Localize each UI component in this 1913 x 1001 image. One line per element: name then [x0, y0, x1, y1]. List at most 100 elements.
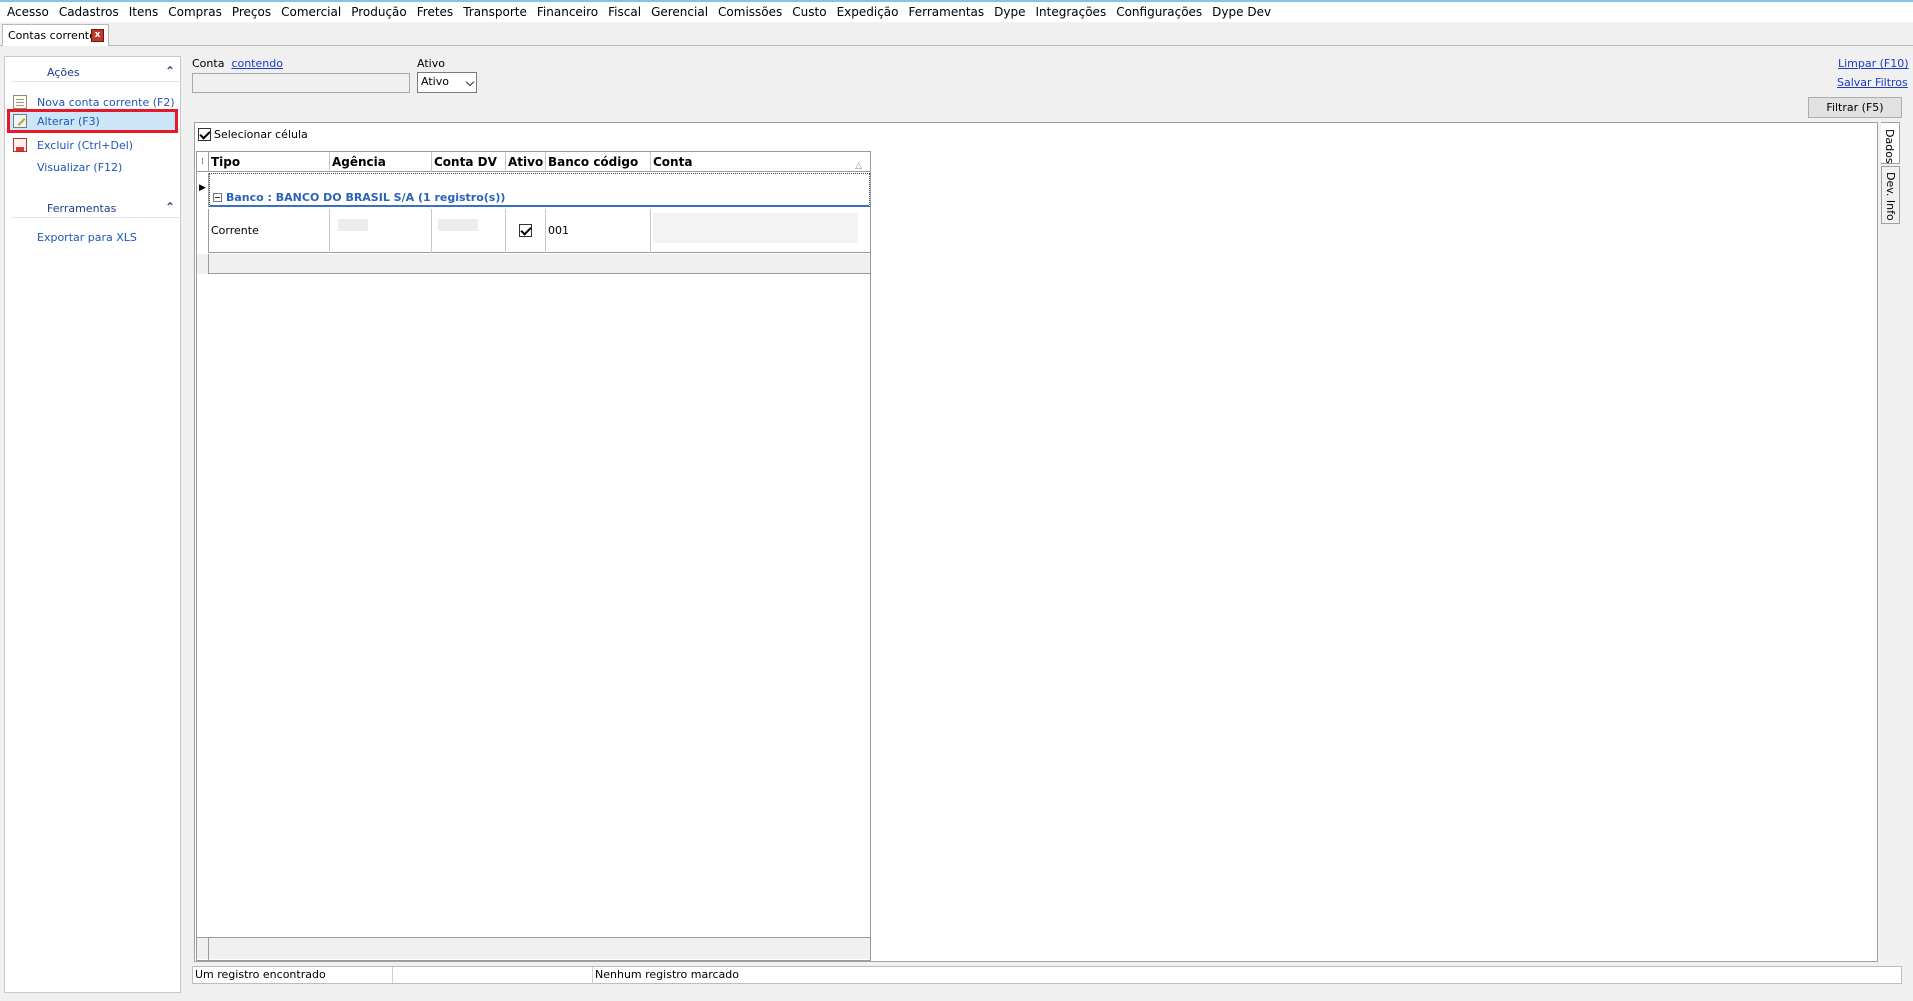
tab-dados[interactable]: Dados — [1881, 122, 1900, 164]
document-new-icon — [13, 95, 27, 109]
checkbox-icon[interactable] — [519, 224, 532, 237]
cell-agencia[interactable] — [330, 209, 432, 253]
menu-item-comissoes[interactable]: Comissões — [715, 2, 789, 22]
conta-filter-label: Conta contendo — [192, 57, 283, 70]
column-header-conta[interactable]: Conta △ — [651, 152, 870, 172]
group-label: Banco : BANCO DO BRASIL S/A (1 registro(… — [213, 191, 505, 204]
menu-item-precos[interactable]: Preços — [229, 2, 278, 22]
exportar-xls-button[interactable]: Exportar para XLS — [10, 227, 178, 247]
column-header-ativo[interactable]: Ativo — [506, 152, 546, 172]
column-header-tipo[interactable]: Tipo — [209, 152, 330, 172]
chevron-down-icon — [465, 77, 475, 87]
alterar-button[interactable]: Alterar (F3) — [7, 109, 178, 133]
ferramentas-title: Ferramentas — [47, 202, 117, 215]
menu-item-expedicao[interactable]: Expedição — [834, 2, 906, 22]
status-marked: Nenhum registro marcado — [595, 968, 739, 981]
menu-item-transporte[interactable]: Transporte — [460, 2, 534, 22]
checkbox-icon[interactable] — [198, 128, 211, 141]
selecionar-celula-label: Selecionar célula — [214, 128, 308, 141]
menu-item-fiscal[interactable]: Fiscal — [605, 2, 648, 22]
conta-mode-link[interactable]: contendo — [231, 57, 283, 70]
menu-item-integracoes[interactable]: Integrações — [1032, 2, 1113, 22]
column-header-banco-codigo[interactable]: Banco código — [546, 152, 651, 172]
menu-item-configuracoes[interactable]: Configurações — [1113, 2, 1209, 22]
column-chooser-icon[interactable]: ⁞ — [197, 152, 209, 172]
row-indicator — [197, 938, 209, 960]
group-label-text: Banco : BANCO DO BRASIL S/A (1 registro(… — [226, 191, 506, 204]
menu-item-ferramentas[interactable]: Ferramentas — [906, 2, 992, 22]
redacted-value — [438, 219, 478, 231]
tab-dev-info-label: Dev. Info — [1884, 172, 1897, 221]
column-header-label: Conta — [653, 155, 693, 169]
visualizar-button[interactable]: Visualizar (F12) — [10, 157, 178, 177]
menu-item-compras[interactable]: Compras — [165, 2, 229, 22]
menu-item-comercial[interactable]: Comercial — [278, 2, 348, 22]
collapse-group-icon[interactable] — [213, 193, 222, 202]
document-tab-strip: Contas corrente x — [0, 22, 1913, 46]
action-label: Nova conta corrente (F2) — [37, 95, 175, 109]
filtrar-button[interactable]: Filtrar (F5) — [1808, 97, 1902, 118]
table-row[interactable]: Corrente 001 — [209, 209, 870, 253]
row-indicator[interactable] — [197, 209, 209, 253]
conta-label: Conta — [192, 57, 225, 70]
close-icon[interactable]: x — [91, 29, 104, 42]
contas-grid: ⁞ Tipo Agência Conta DV Ativo Banco códi… — [196, 151, 871, 961]
acoes-group-header[interactable]: Ações ⌃ — [11, 62, 179, 82]
menu-item-itens[interactable]: Itens — [126, 2, 165, 22]
delete-icon — [13, 138, 27, 152]
menu-item-dype-dev[interactable]: Dype Dev — [1209, 2, 1278, 22]
action-label: Alterar (F3) — [37, 114, 100, 128]
salvar-filtros-link[interactable]: Salvar Filtros — [1837, 76, 1908, 89]
cell-ativo[interactable] — [506, 209, 546, 253]
action-label: Visualizar (F12) — [37, 160, 123, 174]
menu-item-producao[interactable]: Produção — [348, 2, 414, 22]
menu-item-financeiro[interactable]: Financeiro — [534, 2, 605, 22]
tab-dados-label: Dados — [1883, 129, 1896, 164]
cell-banco-codigo[interactable]: 001 — [546, 209, 651, 253]
selecionar-celula-checkbox[interactable]: Selecionar célula — [198, 128, 308, 141]
tab-dev-info[interactable]: Dev. Info — [1881, 166, 1900, 224]
redacted-value — [653, 213, 858, 243]
ativo-selected-value: Ativo — [421, 75, 449, 88]
group-row-banco[interactable]: Banco : BANCO DO BRASIL S/A (1 registro(… — [209, 173, 870, 207]
menu-item-acesso[interactable]: Acesso — [4, 2, 56, 22]
column-header-agencia[interactable]: Agência — [330, 152, 432, 172]
row-indicator — [197, 254, 209, 274]
blank-icon — [13, 230, 27, 244]
tab-label: Contas corrente — [8, 29, 96, 42]
cell-conta-dv[interactable] — [432, 209, 506, 253]
tab-contas-corrente[interactable]: Contas corrente x — [2, 24, 109, 46]
ferramentas-group-header[interactable]: Ferramentas ⌃ — [11, 198, 179, 218]
grid-summary-footer — [197, 937, 870, 960]
menu-item-cadastros[interactable]: Cadastros — [56, 2, 126, 22]
menu-bar: Acesso Cadastros Itens Compras Preços Comerci… — [0, 2, 1913, 22]
cell-conta[interactable] — [651, 209, 870, 253]
menu-item-custo[interactable]: Custo — [789, 2, 833, 22]
ativo-select[interactable]: Ativo — [417, 72, 477, 93]
menu-item-gerencial[interactable]: Gerencial — [648, 2, 715, 22]
status-middle — [393, 967, 593, 983]
blank-icon — [13, 160, 27, 174]
limpar-link[interactable]: Limpar (F10) — [1838, 57, 1909, 70]
ativo-label: Ativo — [417, 57, 445, 70]
conta-input[interactable] — [192, 73, 410, 93]
collapse-icon[interactable]: ⌃ — [165, 200, 175, 214]
cell-tipo[interactable]: Corrente — [209, 209, 330, 253]
grid-header: ⁞ Tipo Agência Conta DV Ativo Banco códi… — [197, 152, 870, 172]
group-underline — [210, 205, 869, 207]
row-indicator[interactable]: ▶ — [197, 173, 209, 207]
action-label: Excluir (Ctrl+Del) — [37, 138, 134, 152]
edit-icon — [13, 114, 27, 128]
redacted-value — [338, 219, 368, 231]
excluir-button[interactable]: Excluir (Ctrl+Del) — [10, 135, 178, 155]
menu-item-dype[interactable]: Dype — [991, 2, 1032, 22]
collapse-icon[interactable]: ⌃ — [165, 64, 175, 78]
action-label: Exportar para XLS — [37, 230, 137, 244]
column-header-conta-dv[interactable]: Conta DV — [432, 152, 506, 172]
row-pointer-icon: ▶ — [199, 183, 206, 193]
acoes-title: Ações — [47, 66, 80, 79]
status-count: Um registro encontrado — [193, 967, 393, 983]
group-footer-row — [209, 254, 870, 274]
menu-item-fretes[interactable]: Fretes — [414, 2, 460, 22]
status-bar: Um registro encontrado Nenhum registro m… — [192, 966, 1902, 984]
